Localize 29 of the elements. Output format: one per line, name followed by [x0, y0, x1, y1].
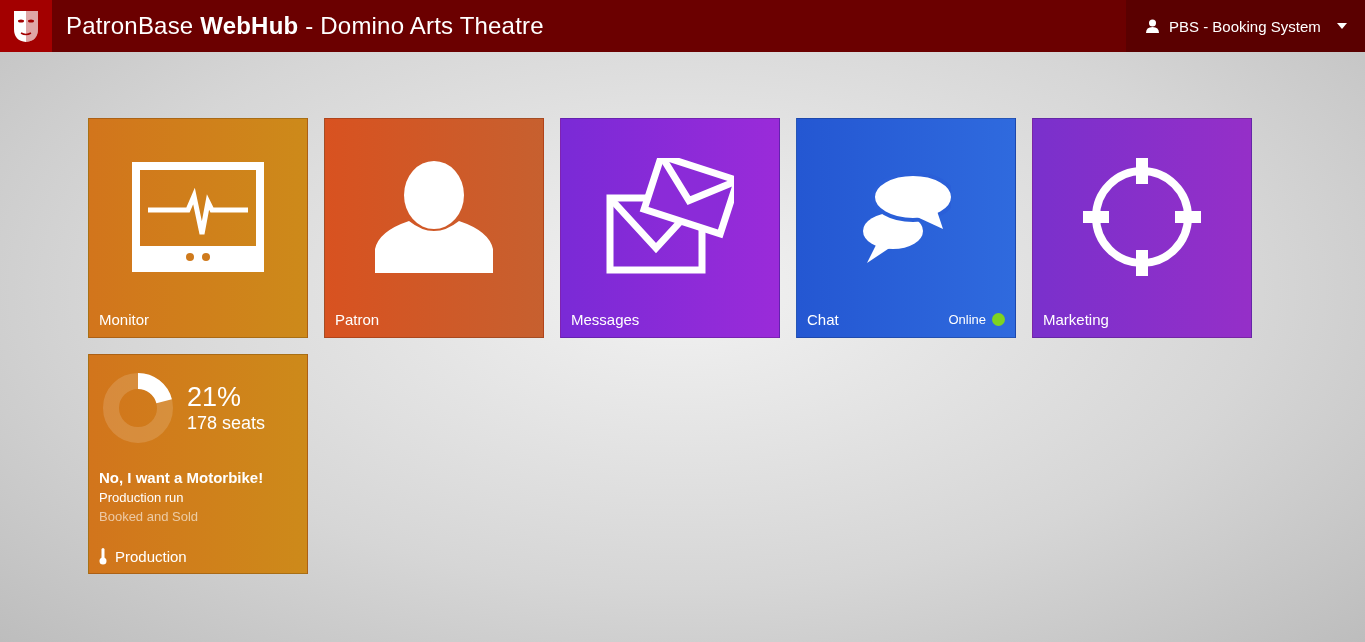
- user-menu-button[interactable]: PBS - Booking System: [1126, 0, 1365, 52]
- app-tile[interactable]: Chat Online: [796, 118, 1016, 338]
- status-text: Online: [948, 311, 986, 327]
- detail-text: Booked and Sold: [99, 509, 200, 524]
- monitor-icon: [132, 162, 264, 272]
- donut-arc: [137, 373, 172, 404]
- tile-label: Monitor: [99, 310, 150, 328]
- app-tile[interactable]: Messages: [560, 118, 780, 338]
- envelopes-icon: [606, 158, 734, 276]
- mask-logo-icon: [11, 9, 41, 43]
- person-icon: [375, 161, 493, 273]
- tile-label: Chat: [807, 310, 839, 328]
- production-name: No, I want a Motorbike!: [99, 469, 265, 486]
- tile-label: Messages: [571, 310, 640, 328]
- app-tile[interactable]: Monitor: [88, 118, 308, 338]
- crosshair-icon: [1083, 158, 1201, 276]
- caret-icon: [1337, 23, 1347, 29]
- tile-label: Marketing: [1043, 310, 1109, 328]
- app-title: PatronBase WebHub - Domino Arts Theatre: [66, 12, 545, 40]
- percent-text: 21%: [187, 382, 243, 413]
- app-tile[interactable]: Marketing: [1032, 118, 1252, 338]
- app-tile[interactable]: Patron: [324, 118, 544, 338]
- seats-text: 178 seats: [187, 413, 266, 434]
- user-icon: [1146, 19, 1159, 33]
- tile-label: Production: [115, 548, 187, 565]
- production-tile[interactable]: 21% 178 seats No, I want a Motorbike! Production run Booked and Sold Production: [88, 354, 308, 574]
- thermometer-icon: [99, 548, 107, 565]
- run-text: Production run: [99, 490, 185, 505]
- tile-label: Patron: [335, 310, 380, 328]
